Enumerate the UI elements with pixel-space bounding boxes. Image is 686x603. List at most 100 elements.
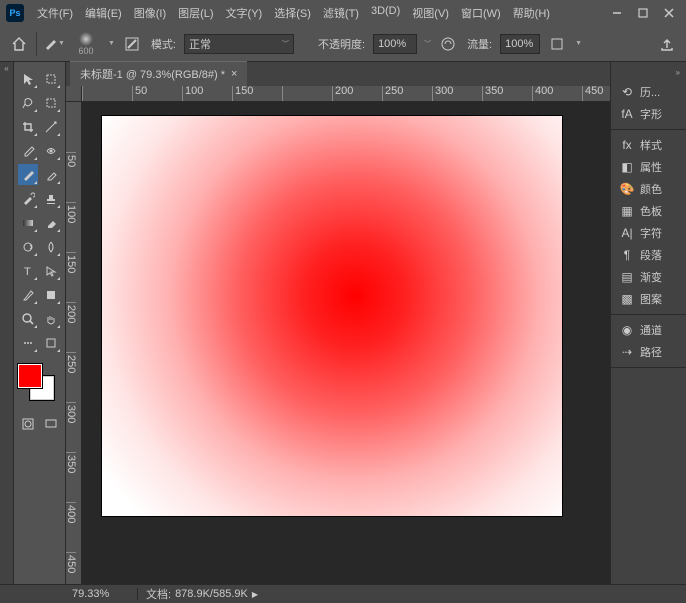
move-tool[interactable]	[18, 68, 38, 89]
svg-text:T: T	[24, 266, 31, 278]
blur-tool[interactable]	[41, 236, 61, 257]
flow-input[interactable]: 100%	[500, 34, 540, 54]
extra-tool[interactable]	[18, 332, 38, 353]
color-swatches[interactable]	[18, 364, 58, 404]
airbrush-toggle[interactable]	[546, 33, 568, 55]
eyedropper-tool[interactable]	[18, 140, 38, 161]
panel-grad[interactable]: ▤渐变	[611, 266, 686, 288]
crop-tool[interactable]	[18, 116, 38, 137]
home-button[interactable]	[8, 33, 30, 55]
lasso-tool[interactable]	[18, 92, 38, 113]
horizontal-ruler[interactable]: 501001502002503003504004505005506	[82, 86, 610, 102]
panel-path[interactable]: ⇢路径	[611, 341, 686, 363]
close-button[interactable]	[662, 6, 676, 20]
fx-icon: fx	[619, 138, 635, 152]
grad-icon: ▤	[619, 270, 635, 284]
marquee-tool[interactable]	[41, 92, 61, 113]
menu-item[interactable]: 视图(V)	[407, 1, 454, 25]
close-tab-icon[interactable]: ×	[231, 68, 237, 80]
vertical-ruler[interactable]: 50100150200250300350400450500550	[66, 102, 82, 584]
menu-item[interactable]: 滤镜(T)	[318, 1, 364, 25]
canvas-content	[102, 116, 562, 516]
glyph-icon: fA	[619, 107, 635, 121]
window-controls	[610, 6, 680, 20]
gradient-tool[interactable]	[18, 212, 38, 233]
para-icon: ¶	[619, 248, 635, 262]
hand-tool[interactable]	[41, 308, 61, 329]
zoom-level[interactable]: 79.33%	[66, 588, 138, 600]
menu-item[interactable]: 帮助(H)	[508, 1, 555, 25]
panel-palette[interactable]: 🎨颜色	[611, 178, 686, 200]
right-panel-dock: » ⟲历...fA字形 fx样式◧属性🎨颜色▦色板A|字符¶段落▤渐变▩图案 ◉通道…	[610, 62, 686, 584]
palette-icon: 🎨	[619, 182, 635, 196]
opacity-label: 不透明度:	[318, 36, 365, 52]
slice-tool[interactable]	[41, 116, 61, 137]
quick-mask-toggle[interactable]	[18, 413, 38, 434]
menu-item[interactable]: 文件(F)	[32, 1, 78, 25]
A-icon: A|	[619, 226, 635, 240]
shape-tool[interactable]	[41, 284, 61, 305]
eraser-tool[interactable]	[41, 212, 61, 233]
left-collapse-strip[interactable]: «	[0, 62, 14, 584]
panel-para[interactable]: ¶段落	[611, 244, 686, 266]
history-brush-tool[interactable]	[18, 188, 38, 209]
blend-mode-value: 正常	[189, 36, 211, 52]
panel-channel[interactable]: ◉通道	[611, 319, 686, 341]
type-tool[interactable]: T	[18, 260, 38, 281]
dots-tool[interactable]	[41, 332, 61, 353]
maximize-button[interactable]	[636, 6, 650, 20]
pen-tool[interactable]	[18, 284, 38, 305]
smudge-tool[interactable]	[18, 236, 38, 257]
menu-item[interactable]: 图像(I)	[129, 1, 171, 25]
tool-preset-picker[interactable]: ▼	[43, 33, 65, 55]
document-info[interactable]: 文档:878.9K/585.9K ▶	[138, 586, 266, 602]
menu-item[interactable]: 3D(D)	[366, 1, 405, 25]
artboard-tool[interactable]	[41, 68, 61, 89]
pattern-icon: ▩	[619, 292, 635, 306]
menu-item[interactable]: 选择(S)	[269, 1, 316, 25]
menu-item[interactable]: 文字(Y)	[221, 1, 268, 25]
panel-A[interactable]: A|字符	[611, 222, 686, 244]
brush-panel-toggle[interactable]	[121, 33, 143, 55]
tool-palette: T	[14, 62, 66, 584]
grid-icon: ▦	[619, 204, 635, 218]
status-bar: 79.33% 文档:878.9K/585.9K ▶	[0, 584, 686, 603]
canvas[interactable]	[102, 116, 562, 516]
patch-tool[interactable]	[41, 140, 61, 161]
panel-pattern[interactable]: ▩图案	[611, 288, 686, 310]
foreground-color-swatch[interactable]	[18, 364, 42, 388]
menu-item[interactable]: 编辑(E)	[80, 1, 127, 25]
ruler-corner	[66, 86, 82, 102]
panel-grid[interactable]: ▦色板	[611, 200, 686, 222]
canvas-viewport: 501001502002503003504004505005506 501001…	[66, 86, 610, 584]
stamp-tool[interactable]	[41, 188, 61, 209]
brush-size-label: 600	[78, 46, 93, 56]
menu-bar: 文件(F)编辑(E)图像(I)图层(L)文字(Y)选择(S)滤镜(T)3D(D)…	[32, 1, 610, 25]
title-bar: Ps 文件(F)编辑(E)图像(I)图层(L)文字(Y)选择(S)滤镜(T)3D…	[0, 0, 686, 26]
share-icon[interactable]	[656, 33, 678, 55]
pressure-opacity-toggle[interactable]	[437, 33, 459, 55]
brush-preset-picker[interactable]: 600	[71, 29, 101, 59]
channel-icon: ◉	[619, 323, 635, 337]
canvas-wrap	[82, 102, 610, 584]
blend-mode-select[interactable]: 正常﹀	[184, 34, 294, 54]
menu-item[interactable]: 图层(L)	[173, 1, 218, 25]
document-tab[interactable]: 未标题-1 @ 79.3%(RGB/8#) * ×	[70, 61, 247, 86]
opacity-input[interactable]: 100%	[373, 34, 417, 54]
panel-glyph[interactable]: fA字形	[611, 103, 686, 125]
options-bar: ▼ 600 ▼ 模式: 正常﹀ 不透明度: 100%﹀ 流量: 100% ▼	[0, 26, 686, 62]
screen-mode-toggle[interactable]	[41, 413, 61, 434]
eraser-b-tool[interactable]	[41, 164, 61, 185]
brush-tool[interactable]	[18, 164, 38, 185]
panel-props[interactable]: ◧属性	[611, 156, 686, 178]
panel-fx[interactable]: fx样式	[611, 134, 686, 156]
zoom-tool[interactable]	[18, 308, 38, 329]
minimize-button[interactable]	[610, 6, 624, 20]
right-collapse-strip[interactable]: »	[611, 68, 686, 77]
brush-preview-icon	[79, 32, 93, 46]
direct-tool[interactable]	[41, 260, 61, 281]
menu-item[interactable]: 窗口(W)	[456, 1, 506, 25]
app-logo: Ps	[6, 4, 24, 22]
panel-history[interactable]: ⟲历...	[611, 81, 686, 103]
document-area: 未标题-1 @ 79.3%(RGB/8#) * × 50100150200250…	[66, 62, 610, 584]
